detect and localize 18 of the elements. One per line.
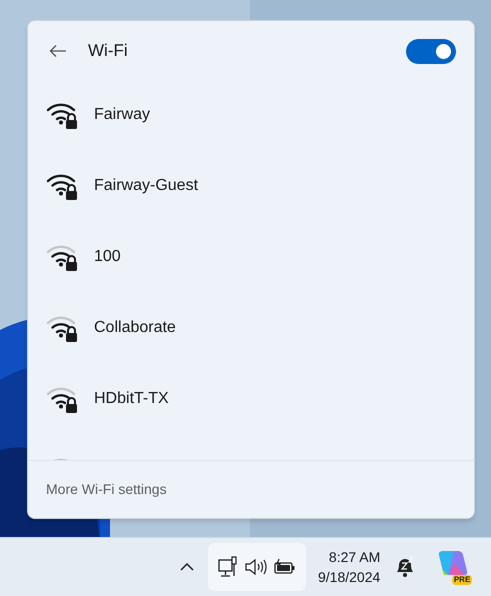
volume-icon — [244, 558, 267, 576]
battery-charging-icon — [274, 558, 296, 576]
preview-badge: PRE — [452, 575, 472, 585]
network-icon — [218, 556, 238, 578]
wifi-toggle[interactable] — [406, 38, 456, 64]
system-tray[interactable] — [208, 543, 306, 591]
bell-snooze-icon[interactable] — [394, 555, 416, 579]
clock-button[interactable]: 8:27 AM 9/18/2024 — [318, 547, 380, 587]
copilot-logo-icon[interactable] — [438, 549, 468, 577]
chevron-up-icon — [180, 563, 194, 571]
more-settings-link[interactable]: More Wi-Fi settings — [46, 479, 167, 500]
back-arrow-icon — [49, 44, 67, 58]
network-item[interactable]: Fairway-Guest — [28, 150, 474, 221]
network-item[interactable]: Fairway — [28, 79, 474, 150]
network-item[interactable]: HDbitT-TX — [28, 363, 474, 434]
network-item[interactable]: Collaborate — [28, 292, 474, 363]
panel-title: Wi-Fi — [88, 40, 128, 62]
network-item[interactable]: 100 — [28, 221, 474, 292]
